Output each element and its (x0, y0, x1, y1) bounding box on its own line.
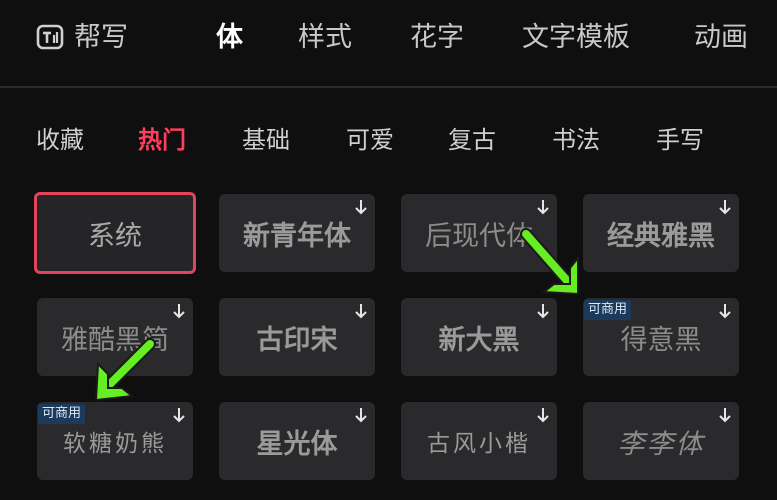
category-popular[interactable]: 热门 (138, 118, 186, 162)
font-card-guyinsong[interactable]: 古印宋 (219, 298, 375, 376)
category-retro[interactable]: 复古 (448, 118, 496, 162)
font-card-jingdianyahei[interactable]: 经典雅黑 (583, 194, 739, 272)
divider (0, 86, 777, 88)
font-card-label: 古印宋 (256, 324, 338, 356)
font-card-label: 新大黑 (438, 324, 520, 356)
green-arrow-pointer-icon (94, 338, 156, 402)
tab-style[interactable]: 样式 (298, 18, 352, 58)
tab-fancy-text[interactable]: 花字 (410, 18, 464, 58)
download-arrow-icon[interactable] (717, 406, 733, 424)
tab-font[interactable]: 体 (216, 18, 243, 58)
top-tab-bar: 帮写 体 样式 花字 文字模板 动画 (0, 0, 777, 84)
download-arrow-icon[interactable] (535, 406, 551, 424)
download-arrow-icon[interactable] (717, 302, 733, 320)
font-card-liliti[interactable]: 李李体 (583, 402, 739, 480)
download-arrow-icon[interactable] (171, 302, 187, 320)
font-card-xinqingnian[interactable]: 新青年体 (219, 194, 375, 272)
category-bar: 收藏 热门 基础 可爱 复古 书法 手写 (0, 118, 777, 162)
category-basic[interactable]: 基础 (242, 118, 290, 162)
font-card-xindahei[interactable]: 新大黑 (401, 298, 557, 376)
green-arrow-pointer-icon (520, 228, 579, 296)
font-card-label: 李李体 (617, 428, 705, 460)
helper-button[interactable]: 帮写 (74, 18, 128, 58)
font-card-label: 古风小楷 (427, 431, 531, 457)
download-arrow-icon[interactable] (353, 302, 369, 320)
font-card-label: 系统 (88, 220, 142, 252)
category-handwriting[interactable]: 手写 (656, 118, 704, 162)
download-arrow-icon[interactable] (535, 302, 551, 320)
tab-animation[interactable]: 动画 (694, 18, 748, 58)
download-arrow-icon[interactable] (353, 198, 369, 216)
text-ai-helper-icon[interactable] (36, 24, 66, 52)
tab-text-template[interactable]: 文字模板 (522, 18, 630, 58)
download-arrow-icon[interactable] (535, 198, 551, 216)
font-card-label: 星光体 (256, 428, 338, 460)
category-cute[interactable]: 可爱 (346, 118, 394, 162)
category-favorites[interactable]: 收藏 (36, 118, 84, 162)
download-arrow-icon[interactable] (717, 198, 733, 216)
commercial-use-badge: 可商用 (584, 300, 632, 320)
download-arrow-icon[interactable] (171, 406, 187, 424)
category-calligraphy[interactable]: 书法 (552, 118, 600, 162)
font-card-xingguangti[interactable]: 星光体 (219, 402, 375, 480)
font-card-label: 新青年体 (243, 220, 351, 252)
font-card-system[interactable]: 系统 (34, 192, 196, 274)
download-arrow-icon[interactable] (353, 406, 369, 424)
font-card-gufengxiaokai[interactable]: 古风小楷 (401, 402, 557, 480)
font-card-label: 经典雅黑 (607, 220, 715, 252)
commercial-use-badge: 可商用 (38, 404, 86, 424)
